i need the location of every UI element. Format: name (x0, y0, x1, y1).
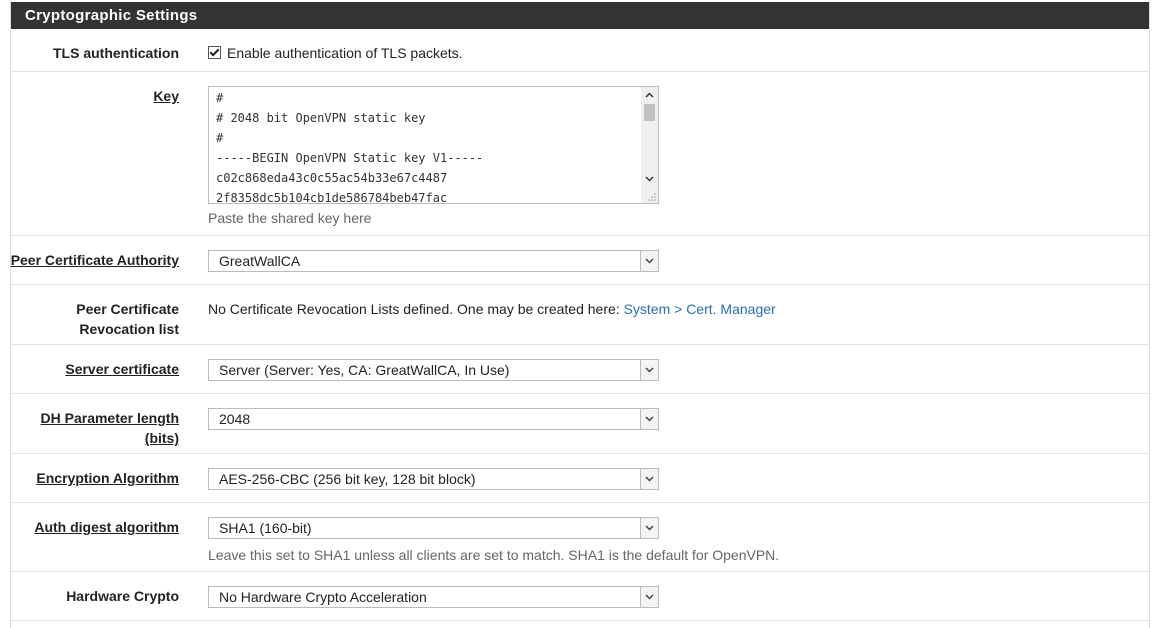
auth-digest-label: Auth digest algorithm (34, 519, 179, 535)
auth-digest-field: SHA1 (160-bit) Leave this set to SHA1 un… (208, 517, 779, 563)
peer-crl-label: Peer Certificate Revocation list (76, 301, 179, 337)
dh-parameter-value: 2048 (219, 411, 251, 427)
hardware-crypto-value: No Hardware Crypto Acceleration (219, 589, 427, 605)
tls-auth-checkbox-label: Enable authentication of TLS packets. (227, 45, 463, 61)
row-tls-authentication: TLS authentication Enable authentication… (11, 29, 1149, 72)
auth-digest-help-text: Leave this set to SHA1 unless all client… (208, 547, 780, 563)
peer-ca-select[interactable]: GreatWallCA (208, 250, 659, 272)
dh-parameter-field: 2048 (208, 408, 659, 430)
scrollbar-thumb[interactable] (644, 104, 655, 121)
auth-digest-value: SHA1 (160-bit) (219, 520, 312, 536)
chevron-down-icon[interactable] (640, 469, 658, 489)
hardware-crypto-field: No Hardware Crypto Acceleration (208, 586, 659, 608)
key-line: 2f8358dc5b104cb1de586784beb47fac (216, 191, 448, 204)
shared-key-textarea[interactable]: # # 2048 bit OpenVPN static key # -----B… (208, 86, 659, 204)
server-certificate-select[interactable]: Server (Server: Yes, CA: GreatWallCA, In… (208, 359, 659, 381)
scroll-up-icon[interactable] (641, 87, 658, 103)
key-field-group: # # 2048 bit OpenVPN static key # -----B… (208, 86, 659, 226)
chevron-down-icon[interactable] (640, 518, 658, 538)
hardware-crypto-select[interactable]: No Hardware Crypto Acceleration (208, 586, 659, 608)
peer-ca-label: Peer Certificate Authority (10, 252, 179, 268)
scroll-down-icon[interactable] (641, 171, 658, 187)
key-line: # (216, 91, 224, 105)
row-server-certificate: Server certificate Server (Server: Yes, … (11, 345, 1149, 394)
key-line: -----BEGIN OpenVPN Static key V1----- (216, 151, 484, 165)
key-line: # (216, 131, 224, 145)
dh-parameter-select[interactable]: 2048 (208, 408, 659, 430)
cert-manager-link[interactable]: System > Cert. Manager (624, 301, 776, 317)
tls-authentication-label: TLS authentication (53, 45, 179, 61)
chevron-down-icon[interactable] (640, 251, 658, 271)
shared-key-text: # # 2048 bit OpenVPN static key # -----B… (216, 88, 484, 204)
server-certificate-label: Server certificate (65, 361, 179, 377)
dh-parameter-label: DH Parameter length (bits) (40, 410, 179, 446)
panel-title: Cryptographic Settings (11, 2, 1149, 29)
key-label: Key (153, 88, 179, 104)
peer-crl-info: No Certificate Revocation Lists defined.… (208, 299, 776, 319)
row-dh-parameter: DH Parameter length (bits) 2048 (11, 394, 1149, 454)
row-key: Key # # 2048 bit OpenVPN static key # --… (11, 72, 1149, 236)
encryption-algorithm-label: Encryption Algorithm (36, 470, 179, 486)
chevron-down-icon[interactable] (640, 409, 658, 429)
row-auth-digest: Auth digest algorithm SHA1 (160-bit) Lea… (11, 503, 1149, 572)
textarea-scrollbar[interactable] (641, 87, 658, 203)
tls-auth-checkbox-group[interactable]: Enable authentication of TLS packets. (208, 43, 463, 63)
hardware-crypto-label: Hardware Crypto (66, 588, 179, 604)
encryption-algorithm-select[interactable]: AES-256-CBC (256 bit key, 128 bit block) (208, 468, 659, 490)
resize-grip-icon[interactable] (648, 193, 656, 201)
chevron-down-icon[interactable] (640, 587, 658, 607)
checkbox-checked-icon[interactable] (208, 46, 221, 59)
row-peer-ca: Peer Certificate Authority GreatWallCA (11, 236, 1149, 285)
encryption-algorithm-field: AES-256-CBC (256 bit key, 128 bit block) (208, 468, 659, 490)
server-certificate-field: Server (Server: Yes, CA: GreatWallCA, In… (208, 359, 659, 381)
key-line: c02c868eda43c0c55ac54b33e67c4487 (216, 171, 448, 185)
key-line: # 2048 bit OpenVPN static key (216, 111, 426, 125)
key-help-text: Paste the shared key here (208, 210, 372, 226)
auth-digest-select[interactable]: SHA1 (160-bit) (208, 517, 659, 539)
cryptographic-settings-panel: Cryptographic Settings TLS authenticatio… (10, 0, 1150, 628)
row-peer-crl: Peer Certificate Revocation list No Certi… (11, 285, 1149, 345)
row-encryption-algorithm: Encryption Algorithm AES-256-CBC (256 bi… (11, 454, 1149, 503)
server-certificate-value: Server (Server: Yes, CA: GreatWallCA, In… (219, 362, 510, 378)
chevron-down-icon[interactable] (640, 360, 658, 380)
row-hardware-crypto: Hardware Crypto No Hardware Crypto Accel… (11, 572, 1149, 621)
peer-crl-text: No Certificate Revocation Lists defined.… (208, 301, 620, 317)
peer-ca-value: GreatWallCA (219, 253, 301, 269)
peer-ca-field: GreatWallCA (208, 250, 659, 272)
encryption-algorithm-value: AES-256-CBC (256 bit key, 128 bit block) (219, 471, 476, 487)
